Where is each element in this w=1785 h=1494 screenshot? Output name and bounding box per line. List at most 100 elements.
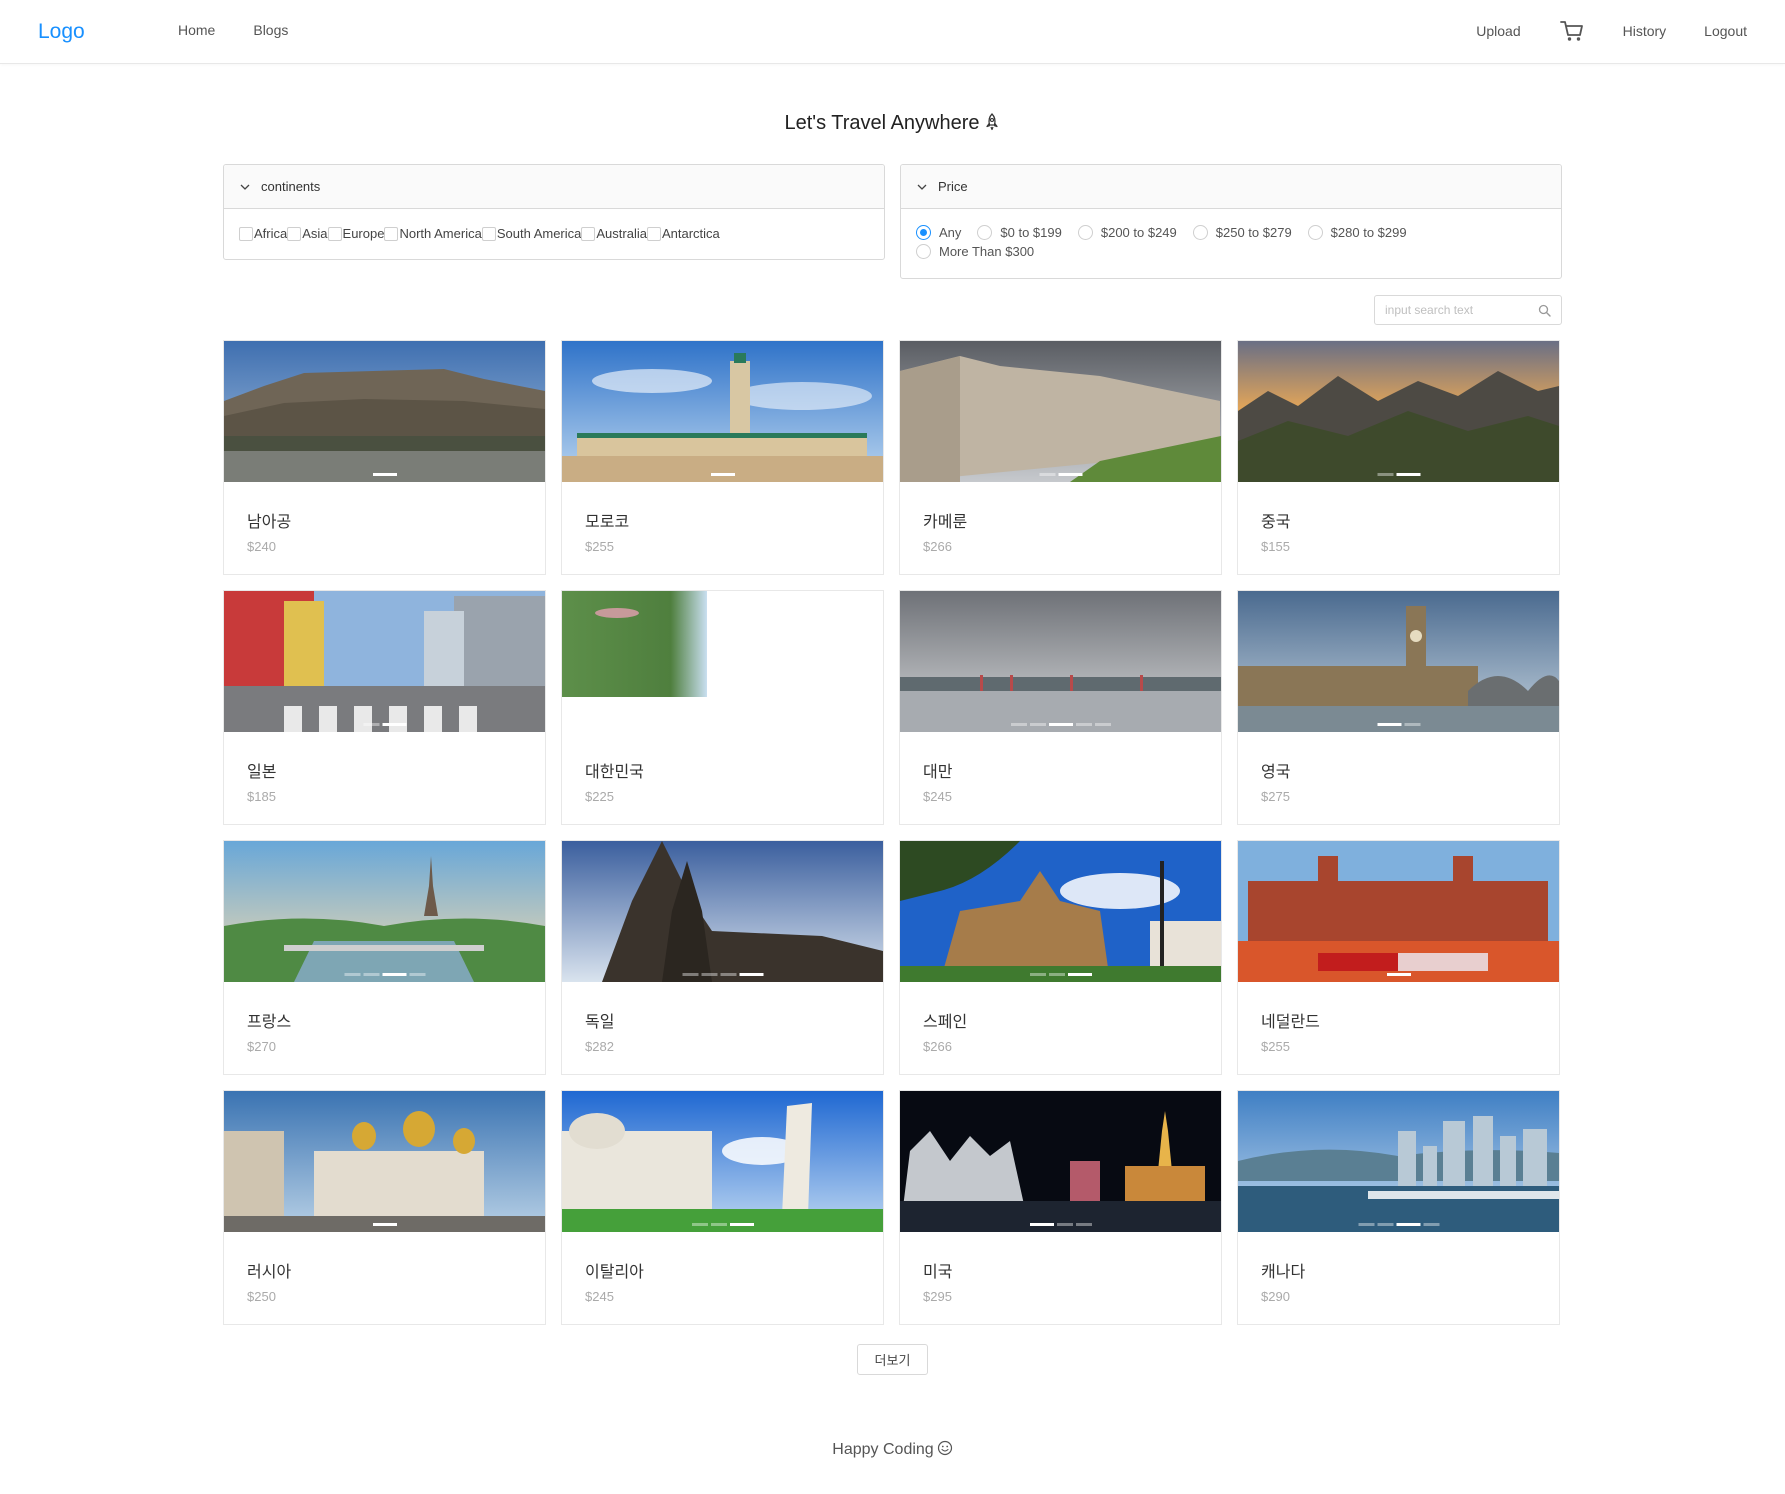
search-input[interactable] [1375, 296, 1525, 324]
radio-any[interactable]: Any [916, 225, 961, 240]
radio-dot[interactable] [1192, 225, 1208, 240]
product-card[interactable]: 모로코 $255 [561, 340, 884, 575]
carousel-dots [710, 473, 735, 476]
product-card[interactable]: 중국 $155 [1237, 340, 1560, 575]
image-london [1238, 591, 1559, 732]
card-image[interactable] [900, 341, 1221, 482]
card-price: $290 [1261, 1289, 1290, 1304]
product-card[interactable]: 프랑스 $270 [223, 840, 546, 1075]
card-image[interactable] [1238, 591, 1559, 732]
continents-panel: continents Africa Asia Europe North Amer… [223, 164, 885, 260]
card-price: $266 [923, 1039, 952, 1054]
card-image[interactable] [1238, 1091, 1559, 1232]
carousel-dots [372, 1223, 397, 1226]
card-image[interactable] [224, 841, 545, 982]
card-image[interactable] [562, 1091, 883, 1232]
carousel-dots [363, 723, 406, 726]
card-image[interactable] [1238, 841, 1559, 982]
checkbox-box[interactable] [481, 226, 496, 241]
product-card[interactable]: 이탈리아 $245 [561, 1090, 884, 1325]
price-panel-header[interactable]: Price [901, 165, 1561, 209]
radio-dot[interactable] [977, 225, 993, 240]
card-price: $250 [247, 1289, 276, 1304]
card-price: $270 [247, 1039, 276, 1054]
product-card[interactable]: 영국 $275 [1237, 590, 1560, 825]
radio-label: $200 to $249 [1100, 225, 1177, 240]
nav-upload[interactable]: Upload [1476, 23, 1520, 39]
card-price: $185 [247, 789, 276, 804]
load-more-button[interactable]: 더보기 [857, 1344, 928, 1375]
card-image[interactable] [1238, 341, 1559, 482]
checkbox-antarctica[interactable]: Antarctica [646, 226, 720, 241]
product-card[interactable]: 대한민국 $225 [561, 590, 884, 825]
radio-250-279[interactable]: $250 to $279 [1192, 225, 1292, 240]
product-card[interactable]: 남아공 $240 [223, 340, 546, 575]
checkbox-box[interactable] [581, 226, 596, 241]
checkbox-box[interactable] [327, 226, 342, 241]
page-title-text: Let's Travel Anywhere [784, 112, 980, 134]
checkbox-label: North America [399, 226, 482, 241]
card-image[interactable] [562, 841, 883, 982]
checkbox-africa[interactable]: Africa [239, 226, 287, 241]
product-card[interactable]: 스페인 $266 [899, 840, 1222, 1075]
nav-home[interactable]: Home [178, 22, 215, 38]
checkbox-box[interactable] [646, 226, 661, 241]
card-image[interactable] [224, 341, 545, 482]
card-price: $225 [585, 789, 614, 804]
radio-dot[interactable] [916, 244, 931, 259]
continents-panel-header[interactable]: continents [224, 165, 884, 209]
radio-dot[interactable] [916, 225, 931, 240]
card-price: $282 [585, 1039, 614, 1054]
nav-logout[interactable]: Logout [1704, 23, 1747, 39]
radio-more-300[interactable]: More Than $300 [916, 244, 1034, 259]
image-korea [562, 591, 883, 732]
chevron-down-icon [240, 184, 250, 190]
card-image[interactable] [224, 591, 545, 732]
rocket-icon [983, 113, 1001, 131]
nav-blogs[interactable]: Blogs [253, 22, 288, 38]
card-image[interactable] [562, 341, 883, 482]
checkbox-asia[interactable]: Asia [287, 226, 328, 241]
checkbox-europe[interactable]: Europe [327, 226, 384, 241]
nav-history[interactable]: History [1623, 23, 1667, 39]
product-card[interactable]: 네덜란드 $255 [1237, 840, 1560, 1075]
checkbox-box[interactable] [239, 226, 253, 241]
radio-200-249[interactable]: $200 to $249 [1077, 225, 1177, 240]
card-title: 러시아 [247, 1264, 292, 1281]
checkbox-north-america[interactable]: North America [384, 226, 482, 241]
radio-label: Any [939, 225, 962, 240]
chevron-down-icon [917, 184, 927, 190]
image-russia [224, 1091, 545, 1232]
card-image[interactable] [224, 1091, 545, 1232]
carousel-dots [1010, 723, 1111, 726]
radio-0-199[interactable]: $0 to $199 [977, 225, 1062, 240]
radio-dot[interactable] [1307, 225, 1323, 240]
card-image[interactable] [900, 591, 1221, 732]
checkbox-box[interactable] [287, 226, 302, 241]
radio-280-299[interactable]: $280 to $299 [1307, 225, 1407, 240]
cart-icon[interactable] [1559, 18, 1585, 44]
card-image[interactable] [900, 841, 1221, 982]
radio-dot[interactable] [1077, 225, 1093, 240]
card-image[interactable] [562, 591, 883, 732]
logo[interactable]: Logo [38, 20, 85, 44]
carousel-dots [1039, 473, 1082, 476]
card-title: 스페인 [923, 1014, 968, 1031]
product-card[interactable]: 카메룬 $266 [899, 340, 1222, 575]
product-card[interactable]: 미국 $295 [899, 1090, 1222, 1325]
product-card[interactable]: 캐나다 $290 [1237, 1090, 1560, 1325]
checkbox-label: Antarctica [661, 226, 720, 241]
checkbox-australia[interactable]: Australia [581, 226, 647, 241]
search-box [1374, 295, 1562, 325]
search-icon[interactable] [1538, 304, 1551, 317]
card-image[interactable] [900, 1091, 1221, 1232]
product-card[interactable]: 일본 $185 [223, 590, 546, 825]
checkbox-box[interactable] [384, 226, 399, 241]
card-title: 이탈리아 [585, 1264, 644, 1281]
product-card[interactable]: 대만 $245 [899, 590, 1222, 825]
image-pisa [562, 1091, 883, 1232]
product-card[interactable]: 독일 $282 [561, 840, 884, 1075]
product-card[interactable]: 러시아 $250 [223, 1090, 546, 1325]
checkbox-label: South America [496, 226, 582, 241]
checkbox-south-america[interactable]: South America [481, 226, 582, 241]
